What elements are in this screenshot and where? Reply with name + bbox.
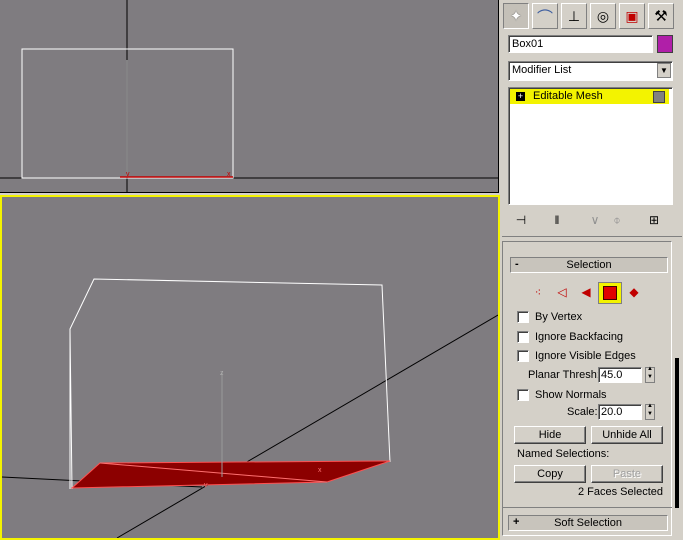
copy-button[interactable]: Copy [514, 465, 586, 483]
ignore-backfacing-label: Ignore Backfacing [535, 331, 624, 343]
make-unique-icon[interactable]: ∨ [584, 210, 606, 230]
svg-text:v: v [204, 482, 208, 489]
soft-selection-title: Soft Selection [554, 517, 622, 529]
utilities-tab[interactable]: ⚒ [648, 3, 674, 29]
bend-icon: ⌒ [536, 10, 553, 27]
planar-thresh-field[interactable]: 45.0 [598, 367, 642, 383]
scale-spinner[interactable] [645, 403, 655, 420]
hammer-icon: ⚒ [654, 8, 668, 25]
ignore-visible-edges-checkbox[interactable] [517, 350, 529, 362]
by-vertex-checkbox[interactable] [517, 311, 529, 323]
create-tab[interactable]: ✦ [503, 3, 529, 29]
planar-thresh-label: Planar Thresh: [528, 369, 600, 381]
svg-text:x: x [318, 467, 322, 474]
modifier-list-label: Modifier List [512, 64, 572, 76]
grid-axis-diagonal [116, 314, 498, 538]
top-viewport-canvas: v x [0, 0, 498, 192]
modifier-stack[interactable]: + Editable Mesh [508, 87, 673, 205]
scale-field[interactable]: 20.0 [598, 404, 642, 420]
top-viewport[interactable]: v x [0, 0, 499, 193]
chevron-down-icon[interactable]: ▼ [657, 63, 671, 78]
scrollbar-thumb[interactable] [675, 358, 679, 508]
display-icon: ▣ [625, 7, 639, 24]
display-tab[interactable]: ▣ [619, 3, 645, 29]
svg-text:x: x [227, 171, 231, 178]
modify-tab[interactable]: ⌒ [532, 3, 558, 29]
motion-icon: ◎ [596, 7, 610, 24]
paste-button[interactable]: Paste [591, 465, 663, 483]
selection-status: 2 Faces Selected [578, 486, 663, 498]
svg-text:v: v [126, 171, 130, 178]
scale-label: Scale: [567, 406, 598, 418]
hierarchy-tab[interactable]: ⊥ [561, 3, 587, 29]
polygon-icon[interactable] [598, 282, 622, 304]
rollout-divider [502, 507, 672, 508]
expand-icon[interactable]: + [516, 92, 525, 101]
soft-selection-rollout-header[interactable]: + Soft Selection [508, 515, 668, 531]
motion-tab[interactable]: ◎ [590, 3, 616, 29]
ignore-backfacing-checkbox[interactable] [517, 331, 529, 343]
cursor-star-icon: ✦ [509, 8, 523, 25]
command-panel: ✦ ⌒ ⊥ ◎ ▣ ⚒ Box01 Modifier List ▼ + Edit… [500, 0, 683, 536]
perspective-viewport[interactable]: z x v [0, 195, 500, 540]
stack-item-label: Editable Mesh [533, 90, 603, 102]
show-normals-checkbox[interactable] [517, 389, 529, 401]
ignore-visible-edges-label: Ignore Visible Edges [535, 350, 636, 362]
box-wireframe [69, 278, 391, 490]
svg-text:z: z [220, 370, 224, 377]
stack-item-editable-mesh[interactable]: + Editable Mesh [510, 89, 669, 104]
vertex-icon[interactable]: ⁖ [529, 284, 547, 300]
show-end-result-icon[interactable]: ǁ [546, 210, 568, 230]
unhide-all-button[interactable]: Unhide All [591, 426, 663, 444]
named-selections-label: Named Selections: [517, 448, 610, 460]
scrollbar-track[interactable] [673, 240, 681, 536]
hierarchy-icon: ⊥ [567, 7, 581, 24]
perspective-viewport-canvas: z x v [2, 278, 498, 538]
selection-title: Selection [566, 259, 612, 271]
command-panel-tabs: ✦ ⌒ ⊥ ◎ ▣ ⚒ [500, 0, 683, 34]
panel-divider [502, 236, 682, 237]
object-name-field[interactable]: Box01 [508, 35, 653, 53]
pin-stack-icon[interactable]: ⊣ [510, 210, 532, 230]
configure-sets-icon[interactable]: ⊞ [643, 210, 665, 230]
show-normals-label: Show Normals [535, 389, 607, 401]
object-color-swatch[interactable] [657, 35, 673, 53]
hide-button[interactable]: Hide [514, 426, 586, 444]
face-icon[interactable]: ◀ [577, 284, 595, 300]
modifier-list-dropdown[interactable]: Modifier List ▼ [508, 61, 673, 81]
edge-icon[interactable]: ◁ [553, 284, 571, 300]
stack-toggle-icon[interactable] [653, 91, 665, 103]
planar-thresh-spinner[interactable] [645, 366, 655, 383]
element-icon[interactable]: ◆ [625, 284, 643, 300]
by-vertex-label: By Vertex [535, 311, 583, 323]
remove-modifier-icon[interactable]: ⌽ [606, 210, 628, 230]
selection-rollout-header[interactable]: - Selection [510, 257, 668, 273]
